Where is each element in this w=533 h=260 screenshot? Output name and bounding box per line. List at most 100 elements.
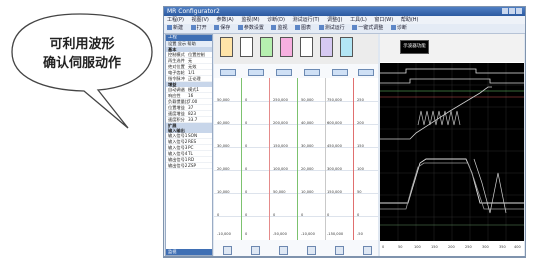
table-cell: 0	[217, 213, 220, 217]
channel-chip[interactable]	[340, 37, 353, 57]
channel-divider	[353, 78, 354, 240]
table-cell: 0	[245, 190, 248, 194]
column-header-button[interactable]	[248, 69, 264, 76]
table-cell: 20,000	[301, 167, 314, 171]
tool-icon	[295, 25, 301, 30]
scale-button[interactable]	[307, 246, 316, 255]
channel-chip[interactable]	[240, 37, 253, 57]
table-cell: 0	[245, 167, 248, 171]
trace-velocity-c	[473, 158, 507, 214]
table-cell: 40,000	[217, 121, 230, 125]
column-header-button[interactable]	[276, 69, 292, 76]
oscilloscope-plot[interactable]	[380, 63, 524, 241]
table-cell: 150,000	[273, 144, 288, 148]
table-cell: 10,000	[301, 190, 314, 194]
scale-button[interactable]	[223, 246, 232, 255]
channel-chip[interactable]	[300, 37, 313, 57]
table-cell: 250,000	[273, 98, 288, 102]
axis-label: 400	[514, 245, 521, 249]
table-cell: 200	[357, 121, 364, 125]
software-window: MR Configurator2 工程(P) 视图(V) 参数(A) 监视(M)…	[163, 6, 526, 258]
table-cell: -50	[357, 232, 363, 236]
scale-button[interactable]	[251, 246, 260, 255]
menu-bar: 工程(P) 视图(V) 参数(A) 监视(M) 诊断(D) 测试运行(T) 调整…	[164, 16, 525, 24]
column-header-button[interactable]	[220, 69, 236, 76]
param-row[interactable]: 输出信号2ZSP	[166, 163, 212, 169]
tool-icon	[271, 25, 277, 30]
table-cell: 0	[327, 213, 330, 217]
toolbar-button[interactable]: 参数设置	[237, 25, 264, 31]
tool-icon	[352, 25, 358, 30]
column-header-button[interactable]	[304, 69, 320, 76]
channel-chip[interactable]	[220, 37, 233, 57]
close-icon[interactable]	[516, 8, 522, 14]
axis-label: 350	[499, 245, 506, 249]
waveform-toolbar: 示波器功能	[380, 34, 524, 62]
toolbar-button[interactable]: 保存	[214, 25, 230, 31]
channel-scale-buttons	[214, 245, 378, 255]
minimize-icon[interactable]	[502, 8, 508, 14]
menu-item[interactable]: 视图(V)	[192, 17, 209, 23]
table-cell: 50,000	[301, 98, 314, 102]
scale-button[interactable]	[335, 246, 344, 255]
scale-button[interactable]	[363, 246, 372, 255]
menu-item[interactable]: 测试运行(T)	[293, 17, 320, 23]
menu-item[interactable]: 监视(M)	[241, 17, 259, 23]
table-cell: 50	[357, 190, 362, 194]
toolbar-button[interactable]: 测试运行	[318, 25, 345, 31]
column-header-button[interactable]	[332, 69, 348, 76]
table-cell: 30,000	[217, 144, 230, 148]
menu-item[interactable]: 诊断(D)	[267, 17, 285, 23]
toolbar-button[interactable]: 监视	[271, 25, 287, 31]
toolbar-button[interactable]: 图表	[295, 25, 311, 31]
table-cell: -150,000	[327, 232, 344, 236]
table-cell: 0	[245, 213, 248, 217]
table-cell: -50,000	[273, 232, 287, 236]
axis-label: 200	[448, 245, 455, 249]
menu-item[interactable]: 帮助(H)	[401, 17, 419, 23]
table-cell: 0	[245, 232, 248, 236]
menu-item[interactable]: 调整(J)	[327, 17, 342, 23]
table-cell: 100	[357, 167, 364, 171]
toolbar-button[interactable]: 打开	[190, 25, 207, 31]
channel-chip[interactable]	[320, 37, 333, 57]
table-cell: 0	[357, 213, 360, 217]
toolbar-button[interactable]: 新建	[167, 25, 183, 31]
table-cell: 150,000	[327, 190, 342, 194]
menu-item[interactable]: 工具(L)	[350, 17, 367, 23]
axis-label: 50	[398, 245, 403, 249]
channel-table-panel: 50,000 0 250,000 50,000 750,000 250 40,0…	[214, 34, 378, 256]
toolbar-button[interactable]: 一键式调整	[352, 25, 383, 31]
table-cell: 10,000	[217, 190, 230, 194]
channel-legend	[214, 34, 378, 64]
callout-line-2: 确认伺服动作	[42, 56, 121, 71]
menu-item[interactable]: 工程(P)	[167, 17, 184, 23]
toolbar-button[interactable]: 诊断	[390, 25, 407, 31]
window-controls	[501, 8, 523, 15]
table-cell: 200,000	[273, 121, 288, 125]
axis-label: 0	[382, 245, 385, 249]
callout-bubble: 可利用波形 确认伺服动作	[0, 0, 160, 140]
channel-chip[interactable]	[280, 37, 293, 57]
scale-button[interactable]	[279, 246, 288, 255]
menu-item[interactable]: 窗口(W)	[374, 17, 393, 23]
table-cell: 750,000	[327, 98, 342, 102]
column-header-button[interactable]	[358, 69, 374, 76]
table-cell: 0	[245, 98, 248, 102]
channel-divider	[297, 78, 298, 240]
waveform-panel: 示波器功能 0 50 100 150 200 250 300 350 400	[380, 34, 524, 256]
menu-item[interactable]: 参数(A)	[216, 17, 233, 23]
channel-chip[interactable]	[260, 37, 273, 57]
project-sidebar: 工程 设置 显示 帮助 基本 控制模式 位置控制 再生选件无 绝对位置 无效 电子齿…	[165, 34, 213, 256]
maximize-icon[interactable]	[509, 8, 515, 14]
table-cell: 150	[357, 144, 364, 148]
waveform-button[interactable]: 示波器功能	[400, 40, 429, 54]
window-title: MR Configurator2	[167, 8, 220, 15]
channel-divider	[325, 78, 326, 240]
tool-icon	[237, 25, 243, 30]
plot-grid	[380, 63, 524, 241]
tool-icon	[318, 25, 324, 30]
axis-label: 250	[465, 245, 472, 249]
table-cell: 450,000	[327, 144, 342, 148]
sidebar-footer[interactable]: 监视	[166, 249, 212, 255]
